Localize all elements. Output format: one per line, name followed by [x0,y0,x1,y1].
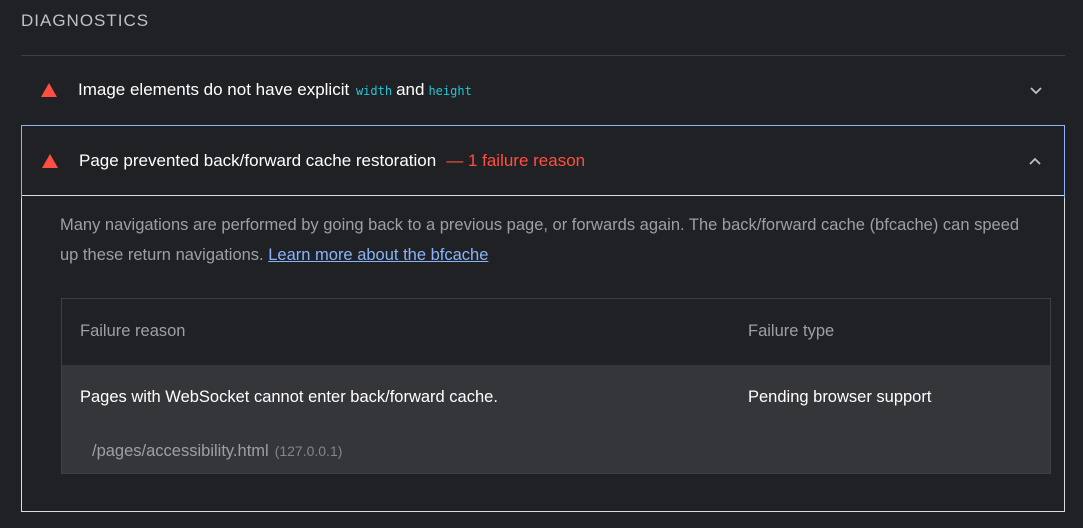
failure-table: Failure reason Failure type Pages with W… [61,298,1051,474]
chevron-up-icon[interactable] [1028,154,1042,168]
failure-type-cell: Pending browser support [748,388,932,406]
learn-more-link[interactable]: Learn more about the bfcache [268,246,488,264]
audit-title-text: Page prevented back/forward cache restor… [79,150,437,170]
description-text: Many navigations are performed by going … [60,216,1020,264]
audit-header[interactable]: Page prevented back/forward cache restor… [21,125,1065,198]
table-row: Pages with WebSocket cannot enter back/f… [62,365,1050,473]
audit-bfcache: Page prevented back/forward cache restor… [21,125,1065,512]
source-url[interactable]: /pages/accessibility.html (127.0.0.1) [92,442,342,461]
audit-description: Many navigations are performed by going … [60,210,1030,270]
failure-reason-cell: Pages with WebSocket cannot enter back/f… [80,388,498,406]
column-header-reason: Failure reason [80,322,186,340]
audit-title-and: and [396,80,425,99]
section-title: DIAGNOSTICS [21,11,150,30]
lighthouse-diagnostics-panel: DIAGNOSTICS Image elements do not have e… [0,0,1083,528]
fail-triangle-icon [42,153,58,168]
audit-body: Many navigations are performed by going … [22,197,1064,511]
audit-title: Image elements do not have explicit widt… [78,80,474,100]
fail-triangle-icon [41,83,57,97]
failure-count: — 1 failure reason [446,150,586,170]
code-width: width [355,84,393,98]
audit-title: Page prevented back/forward cache restor… [79,151,585,171]
source-url-path: /pages/accessibility.html [92,442,269,460]
audit-image-size[interactable]: Image elements do not have explicit widt… [21,56,1065,124]
chevron-down-icon[interactable] [1029,83,1043,97]
source-url-host: (127.0.0.1) [274,443,343,459]
code-height: height [428,84,472,98]
column-header-type: Failure type [748,322,835,340]
audit-header[interactable]: Image elements do not have explicit widt… [21,56,1065,124]
audit-title-text: Image elements do not have explicit [78,80,350,99]
table-header: Failure reason Failure type [62,299,1050,365]
